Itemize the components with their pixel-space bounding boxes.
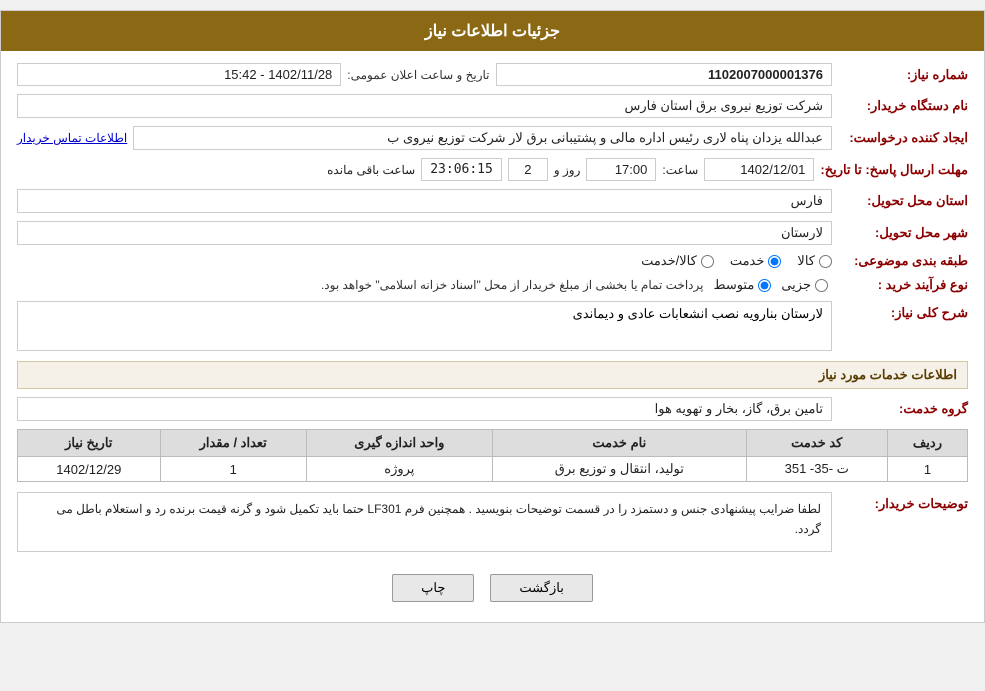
- col-tarikh: تاریخ نیاز: [18, 430, 161, 457]
- tabaqe-kala-khedmat-radio[interactable]: [701, 255, 714, 268]
- buttons-row: بازگشت چاپ: [17, 574, 968, 602]
- ijad-konande-link[interactable]: اطلاعات تماس خریدار: [17, 131, 127, 145]
- table-row: 1ت -35- 351تولید، انتقال و توزیع برقپروژ…: [18, 457, 968, 482]
- cell-kod_khedmat: ت -35- 351: [746, 457, 887, 482]
- mohlat-roz-value: 2: [508, 158, 548, 181]
- announce-value: 1402/11/28 - 15:42: [17, 63, 341, 86]
- mohlat-date: 1402/12/01: [704, 158, 814, 181]
- shahr-label: شهر محل تحویل:: [838, 225, 968, 241]
- col-tedad: تعداد / مقدار: [160, 430, 306, 457]
- col-kod: کد خدمت: [746, 430, 887, 457]
- farayand-motavasset-label: متوسط: [713, 277, 754, 293]
- tabaqe-khedmat-option[interactable]: خدمت: [730, 253, 782, 269]
- mohlat-label: مهلت ارسال پاسخ: تا تاریخ:: [820, 162, 968, 178]
- mohlat-roz-label: روز و: [554, 163, 581, 177]
- cell-vahed: پروژه: [306, 457, 492, 482]
- farayand-motavasset-radio[interactable]: [758, 279, 771, 292]
- tozihat-value: لطفا ضرایب پیشنهادی جنس و دستمزد را در ق…: [17, 492, 832, 552]
- tabaqe-kala-radio[interactable]: [819, 255, 832, 268]
- farayand-jozi-radio[interactable]: [815, 279, 828, 292]
- shomara-niaz-value: 1102007000001376: [496, 63, 833, 86]
- col-radif: ردیف: [887, 430, 967, 457]
- col-vahed: واحد اندازه گیری: [306, 430, 492, 457]
- tabaqe-kala-khedmat-option[interactable]: کالا/خدمت: [641, 253, 714, 269]
- announce-label: تاریخ و ساعت اعلان عمومی:: [347, 68, 489, 82]
- ijad-konande-value: عبدالله یزدان پناه لاری رئیس اداره مالی …: [133, 126, 832, 150]
- khadamat-table: ردیف کد خدمت نام خدمت واحد اندازه گیری ت…: [17, 429, 968, 482]
- mohlat-saat-mande-label: ساعت باقی مانده: [327, 163, 415, 177]
- tabaqe-khedmat-label: خدمت: [730, 253, 765, 269]
- shahr-value: لارستان: [17, 221, 832, 245]
- ijad-konande-label: ایجاد کننده درخواست:: [838, 130, 968, 146]
- cell-tarikh: 1402/12/29: [18, 457, 161, 482]
- ostan-label: استان محل تحویل:: [838, 193, 968, 209]
- sharh-label: شرح کلی نیاز:: [838, 301, 968, 321]
- tabaqe-kala-option[interactable]: کالا: [797, 253, 832, 269]
- tabaqe-radio-group: کالا خدمت کالا/خدمت: [641, 253, 832, 269]
- cell-nam_khedmat: تولید، انتقال و توزیع برق: [492, 457, 746, 482]
- page-title: جزئیات اطلاعات نیاز: [1, 11, 984, 51]
- mohlat-countdown: 23:06:15: [421, 158, 502, 181]
- farayand-jozi-option[interactable]: جزیی: [781, 277, 828, 293]
- mohlat-time-label: ساعت:: [662, 163, 698, 177]
- cell-radif: 1: [887, 457, 967, 482]
- ostan-value: فارس: [17, 189, 832, 213]
- tozihat-label: توضیحات خریدار:: [838, 492, 968, 512]
- tabaqe-khedmat-radio[interactable]: [768, 255, 781, 268]
- nam-dastgah-value: شرکت توزیع نیروی برق استان فارس: [17, 94, 832, 118]
- farayand-jozi-label: جزیی: [781, 277, 811, 293]
- cell-tedad: 1: [160, 457, 306, 482]
- farayand-motavasset-option[interactable]: متوسط: [713, 277, 771, 293]
- tabaqe-kala-khedmat-label: کالا/خدمت: [641, 253, 697, 269]
- farayand-text: پرداخت تمام یا بخشی از مبلغ خریدار از مح…: [17, 278, 703, 292]
- khadamat-header: اطلاعات خدمات مورد نیاز: [17, 361, 968, 389]
- print-button[interactable]: چاپ: [392, 574, 474, 602]
- tabaqe-label: طبقه بندی موضوعی:: [838, 253, 968, 269]
- no-farayand-label: نوع فرآیند خرید :: [838, 277, 968, 293]
- tabaqe-kala-label: کالا: [797, 253, 815, 269]
- goroh-khedmat-label: گروه خدمت:: [838, 401, 968, 417]
- shomara-niaz-label: شماره نیاز:: [838, 67, 968, 83]
- sharh-textarea[interactable]: [17, 301, 832, 351]
- back-button[interactable]: بازگشت: [490, 574, 592, 602]
- nam-dastgah-label: نام دستگاه خریدار:: [838, 98, 968, 114]
- goroh-khedmat-value: تامین برق، گاز، بخار و تهویه هوا: [17, 397, 832, 421]
- col-nam: نام خدمت: [492, 430, 746, 457]
- mohlat-time: 17:00: [586, 158, 656, 181]
